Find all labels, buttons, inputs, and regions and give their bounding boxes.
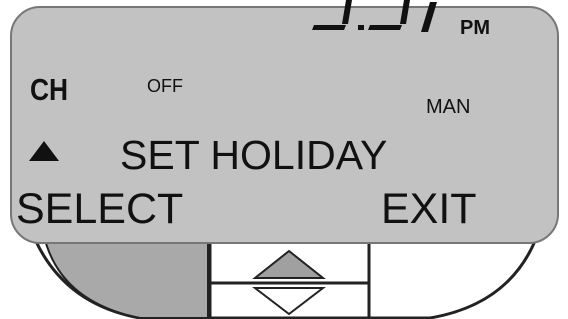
up-triangle-icon xyxy=(29,141,59,161)
select-softkey-label: SELECT xyxy=(16,185,184,233)
mode-indicator: MAN xyxy=(426,96,471,118)
ampm-indicator: PM xyxy=(460,17,490,39)
time-display xyxy=(312,0,437,32)
status-indicator: OFF xyxy=(147,76,183,96)
down-button[interactable] xyxy=(252,284,326,316)
menu-message: SET HOLIDAY xyxy=(120,132,388,178)
up-button[interactable] xyxy=(252,248,326,282)
left-shaded-panel xyxy=(42,235,209,319)
down-arrow-icon xyxy=(252,287,326,316)
channel-label: CH xyxy=(30,72,69,107)
exit-softkey-label: EXIT xyxy=(381,185,477,233)
thermostat-screen: PM CH OFF MAN SET HOLIDAY SELECT EXIT xyxy=(0,0,568,319)
up-arrow-icon xyxy=(252,249,326,279)
